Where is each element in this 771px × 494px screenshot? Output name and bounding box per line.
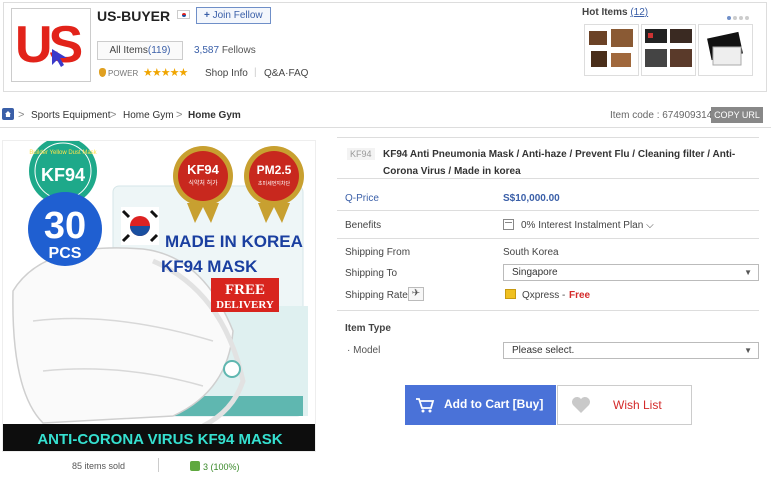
wallet-set-image: [589, 29, 633, 67]
benefits-label: Benefits: [345, 220, 382, 231]
kf94-badge-text: KF94: [41, 165, 85, 185]
korea-flag-icon: [177, 10, 190, 19]
pm-medal-sub: 초미세먼지차단: [258, 180, 291, 187]
join-fellow-label: Join Fellow: [212, 10, 263, 21]
wish-list-button[interactable]: Wish List: [557, 385, 692, 425]
all-items-label: All Items: [109, 45, 148, 56]
wish-list-label: Wish List: [613, 398, 662, 412]
add-to-cart-label: Add to Cart [Buy]: [444, 397, 544, 411]
divider: [337, 238, 759, 239]
power-label: POWER: [108, 69, 139, 78]
items-sold: 85 items sold: [72, 461, 126, 471]
shop-info-link[interactable]: Shop Info: [205, 68, 248, 79]
pm-medal-text: PM2.5: [257, 163, 292, 177]
qa-faq-link[interactable]: Q&A·FAQ: [264, 68, 308, 79]
breadcrumb-item[interactable]: Home Gym: [123, 110, 174, 121]
calendar-icon: [503, 219, 514, 230]
kf94-medal-text: KF94: [187, 162, 220, 177]
model-label: · Model: [347, 345, 381, 356]
medal-icon: [99, 68, 106, 77]
item-type-label: Item Type: [345, 323, 391, 334]
product-image[interactable]: Builder Yellow Dust Mask KF94 30 PCS KF9…: [2, 140, 316, 452]
divider: |: [254, 67, 257, 78]
model-select[interactable]: Please select. ▼: [503, 342, 759, 359]
power-rating: POWER: [99, 68, 138, 78]
price: S$10,000.00: [503, 193, 560, 204]
fellows-count[interactable]: 3,587 Fellows: [194, 45, 256, 56]
thumbs-up-icon: [190, 461, 200, 471]
shipping-free: Free: [569, 290, 591, 301]
cursor-icon: [52, 49, 67, 67]
chevron-right-icon: >: [176, 109, 183, 121]
breadcrumb-current[interactable]: Home Gym: [188, 110, 241, 121]
card-case-image: [707, 31, 743, 66]
all-items-count: (119): [147, 45, 171, 56]
delivery-text: DELIVERY: [216, 299, 274, 311]
model-placeholder: Please select.: [512, 345, 575, 356]
hot-items-label: Hot Items: [582, 7, 628, 18]
chevron-right-icon: >: [18, 109, 25, 121]
chevron-right-icon: >: [110, 109, 117, 121]
package-icon: [505, 289, 516, 299]
divider: [337, 310, 759, 311]
wallet-image: [645, 29, 692, 67]
made-in-korea-text: MADE IN KOREA: [165, 232, 303, 251]
item-code: Item code : 674909314: [610, 110, 713, 121]
caret-down-icon: ▼: [744, 268, 752, 277]
hot-item-thumb[interactable]: [698, 24, 753, 76]
likes-count[interactable]: 3 (100%): [190, 461, 240, 472]
all-items-button[interactable]: All Items(119): [97, 41, 183, 60]
fellows-number: 3,587: [194, 45, 220, 56]
product-title-text: KF94 Anti Pneumonia Mask / Anti-haze / P…: [383, 149, 736, 177]
shipping-rate-label: Shipping Rate: [345, 290, 408, 301]
banner-text: ANTI-CORONA VIRUS KF94 MASK: [37, 431, 282, 448]
caret-down-icon: ▼: [744, 346, 752, 355]
shipping-from-label: Shipping From: [345, 247, 411, 258]
free-text: FREE: [225, 282, 265, 298]
divider: [158, 458, 159, 472]
seal-text: Builder Yellow Dust Mask: [29, 150, 97, 156]
product-photo: Builder Yellow Dust Mask KF94 30 PCS KF9…: [3, 141, 315, 451]
qprice-label: Q-Price: [345, 193, 379, 204]
shipping-to-label: Shipping To: [345, 268, 398, 279]
shipping-to-value: Singapore: [512, 267, 558, 278]
hot-item-thumb[interactable]: [641, 24, 696, 76]
kf94-medal-sub: 식약처 허가: [188, 179, 218, 187]
hot-item-thumb[interactable]: [584, 24, 639, 76]
divider: [337, 210, 759, 211]
rating-stars: ★★★★★: [143, 67, 188, 79]
cart-icon: [416, 398, 435, 413]
carousel-dots[interactable]: [727, 12, 751, 23]
product-title: KF94 Anti Pneumonia Mask / Anti-haze / P…: [383, 146, 758, 180]
likes-value: 3 (100%): [203, 462, 240, 472]
instalment-plan-dropdown[interactable]: 0% Interest Instalment Plan ⌵: [521, 220, 654, 231]
hot-items-count[interactable]: (12): [630, 7, 648, 18]
home-icon[interactable]: [2, 108, 14, 120]
hot-items-title: Hot Items (12): [582, 7, 648, 18]
seller-name[interactable]: US-BUYER: [97, 8, 170, 24]
airplane-icon[interactable]: ✈: [408, 287, 424, 301]
fellows-label: Fellows: [221, 45, 256, 56]
brand-tag[interactable]: KF94: [347, 148, 375, 160]
add-to-cart-button[interactable]: Add to Cart [Buy]: [405, 385, 556, 425]
copy-url-button[interactable]: COPY URL: [711, 107, 763, 123]
heart-icon: [572, 397, 590, 413]
shipping-to-select[interactable]: Singapore ▼: [503, 264, 759, 281]
join-fellow-button[interactable]: + Join Fellow: [196, 7, 271, 24]
shipping-carrier: Qxpress -: [522, 290, 566, 301]
count-text: 30: [44, 205, 86, 247]
breadcrumb-item[interactable]: Sports Equipment: [31, 110, 111, 121]
shipping-from-value: South Korea: [503, 247, 559, 258]
seller-logo[interactable]: US: [11, 8, 91, 82]
pcs-text: PCS: [49, 245, 82, 262]
kf94-mask-text: KF94 MASK: [161, 257, 258, 276]
